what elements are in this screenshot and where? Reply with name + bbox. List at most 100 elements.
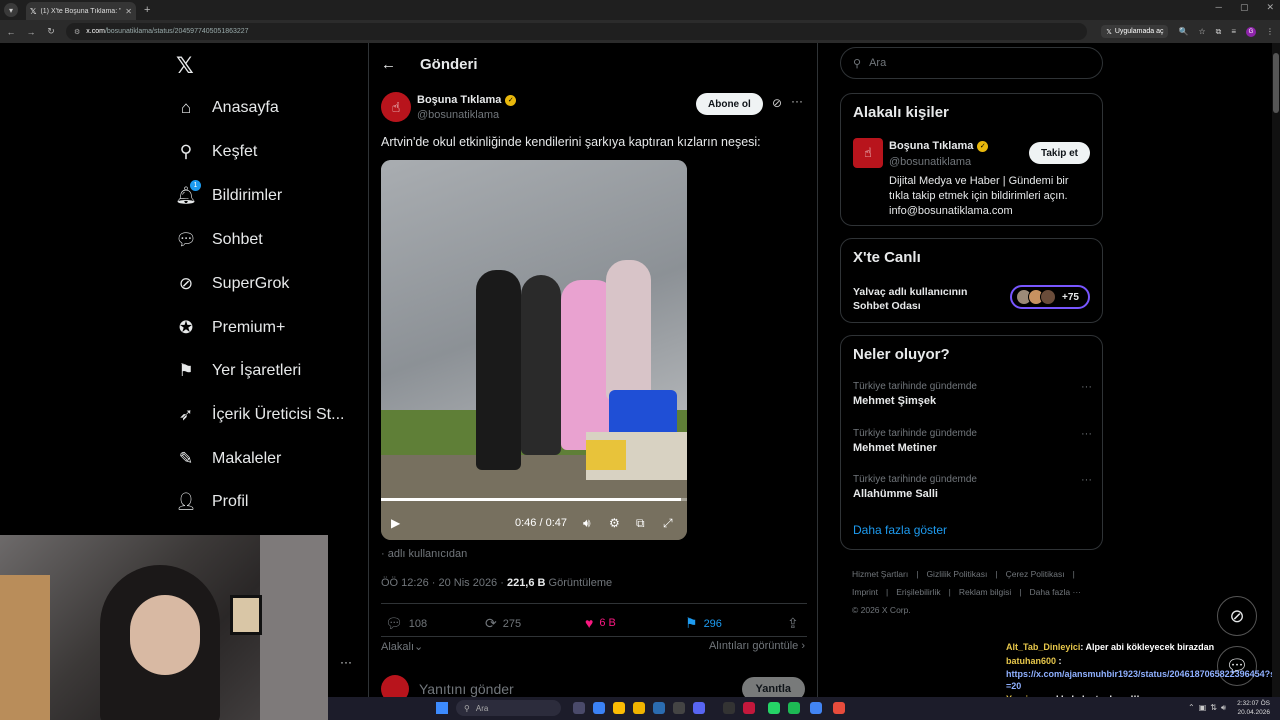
- grok-fab-button[interactable]: ⊘: [1217, 596, 1257, 636]
- open-in-app-button[interactable]: 𝕏 Uygulamada aç: [1101, 25, 1169, 38]
- related-handle[interactable]: @bosunatiklama: [889, 156, 971, 168]
- follow-button[interactable]: Takip et: [1028, 142, 1090, 164]
- trend-item[interactable]: Türkiye tarihinde gündemde Mehmet Şimşek…: [853, 381, 1092, 407]
- x-logo-icon[interactable]: 𝕏: [176, 53, 194, 79]
- nav-explore[interactable]: ⚲ Keşfet: [176, 142, 258, 162]
- footer-link[interactable]: Daha fazla ···: [1029, 587, 1081, 597]
- author-handle[interactable]: @bosunatiklama: [417, 109, 499, 121]
- chrome-icon[interactable]: [810, 702, 822, 714]
- app-icon[interactable]: [833, 702, 845, 714]
- more-options-icon[interactable]: ···: [1081, 474, 1092, 486]
- task-view-icon[interactable]: [573, 702, 585, 714]
- tab-search-icon[interactable]: ▾: [4, 3, 18, 17]
- post-timestamp[interactable]: ÖÖ 12:26 · 20 Nis 2026 ·: [381, 577, 507, 589]
- app-icon[interactable]: [743, 702, 755, 714]
- show-more-link[interactable]: Daha fazla göster: [853, 523, 947, 537]
- media-icon[interactable]: ≡: [1231, 27, 1236, 36]
- spotify-icon[interactable]: [788, 702, 800, 714]
- footer-link[interactable]: Reklam bilgisi: [959, 587, 1011, 597]
- more-options-icon[interactable]: ···: [1081, 381, 1092, 393]
- live-space-title[interactable]: Yalvaç adlı kullanıcının Sohbet Odası: [853, 285, 993, 313]
- close-window-icon[interactable]: ✕: [1266, 2, 1274, 13]
- profile-avatar[interactable]: G: [1246, 26, 1256, 37]
- more-options-icon[interactable]: ···: [1081, 428, 1092, 440]
- video-progress-bar[interactable]: [381, 498, 687, 501]
- like-button[interactable]: ♥ 6 B: [585, 615, 616, 631]
- author-avatar[interactable]: ☝: [381, 92, 411, 122]
- clock[interactable]: 2:32:07 ÖS 20.04.2026: [1237, 699, 1270, 717]
- menu-icon[interactable]: ⋮: [1266, 27, 1274, 36]
- windows-start-icon[interactable]: [436, 702, 448, 714]
- site-info-icon[interactable]: ⚙: [74, 28, 80, 36]
- back-icon[interactable]: ←: [6, 27, 16, 37]
- whatsapp-icon[interactable]: [768, 702, 780, 714]
- back-arrow-icon[interactable]: ←: [381, 56, 396, 73]
- grok-icon[interactable]: ⊘: [772, 96, 782, 110]
- related-avatar[interactable]: ☝: [853, 138, 883, 168]
- fullscreen-icon[interactable]: ⤢: [663, 516, 673, 531]
- more-options-icon[interactable]: ···: [791, 94, 803, 108]
- taskbar-search[interactable]: ⚲ Ara: [456, 700, 561, 716]
- search-input[interactable]: ⚲ Ara: [840, 47, 1103, 79]
- card-title: Alakalı kişiler: [853, 104, 949, 121]
- new-tab-button[interactable]: +: [144, 4, 150, 16]
- maximize-icon[interactable]: ▢: [1240, 2, 1249, 13]
- system-tray-icons[interactable]: ⌃▣⇅🔊︎: [1188, 703, 1230, 713]
- zoom-icon[interactable]: 🔍: [1178, 27, 1188, 36]
- bookmark-button[interactable]: ⚑ 296: [685, 615, 722, 632]
- footer-link[interactable]: Imprint: [852, 587, 878, 597]
- share-button[interactable]: ⇪: [787, 615, 799, 632]
- related-name[interactable]: Boşuna Tıklama ✓: [889, 140, 989, 152]
- url-field[interactable]: ⚙ x.com/bosunatiklama/status/20459774050…: [66, 23, 1088, 40]
- nav-creator-studio[interactable]: ➶ İçerik Üreticisi St...: [176, 405, 345, 425]
- video-player[interactable]: ▶ 0:46 / 0:47 🔊︎ ⚙ ⧉ ⤢: [381, 160, 687, 540]
- browser-tab[interactable]: 𝕏 (1) X'te Boşuna Tıklama: "Artvin... ✕: [26, 2, 136, 20]
- close-tab-icon[interactable]: ✕: [125, 7, 132, 16]
- reply-button[interactable]: 💬︎ 108: [385, 615, 427, 632]
- live-space-pill[interactable]: +75: [1010, 285, 1090, 309]
- settings-icon[interactable]: ⚙: [609, 516, 620, 530]
- app-icon[interactable]: [673, 702, 685, 714]
- reload-icon[interactable]: ↻: [46, 26, 56, 37]
- folder-icon[interactable]: [633, 702, 645, 714]
- scrollbar-thumb[interactable]: [1273, 53, 1279, 113]
- footer-link[interactable]: Erişilebilirlik: [896, 587, 940, 597]
- minimize-icon[interactable]: ─: [1216, 2, 1222, 13]
- bell-icon: 🔔︎ 1: [175, 180, 201, 206]
- volume-icon[interactable]: 🔊︎: [583, 516, 591, 531]
- author-name[interactable]: Boşuna Tıklama ✓: [417, 94, 517, 106]
- related-dropdown[interactable]: Alakalı⌄: [381, 640, 423, 653]
- nav-premium[interactable]: ✪ Premium+: [176, 318, 285, 338]
- obs-icon[interactable]: [723, 702, 735, 714]
- page-scrollbar[interactable]: [1272, 43, 1280, 697]
- extensions-icon[interactable]: ⧉: [1216, 27, 1222, 37]
- nav-articles[interactable]: ✎ Makaleler: [176, 449, 281, 469]
- store-icon[interactable]: [653, 702, 665, 714]
- clock-date: 20.04.2026: [1237, 709, 1270, 716]
- footer-link[interactable]: Hizmet Şartları: [852, 569, 908, 579]
- view-quotes-link[interactable]: Alıntıları görüntüle ›: [709, 640, 805, 652]
- discord-icon[interactable]: [693, 702, 705, 714]
- trend-item[interactable]: Türkiye tarihinde gündemde Mehmet Metine…: [853, 428, 1092, 454]
- chrome-icon[interactable]: [613, 702, 625, 714]
- edge-icon[interactable]: [593, 702, 605, 714]
- nav-chat[interactable]: 💬︎ Sohbet: [175, 230, 263, 250]
- footer-link[interactable]: Çerez Politikası: [1006, 569, 1065, 579]
- nav-profile[interactable]: 👤︎ Profil: [175, 492, 248, 512]
- nav-home[interactable]: ⌂ Anasayfa: [176, 98, 279, 118]
- footer-link[interactable]: Gizlilik Politikası: [926, 569, 987, 579]
- play-icon[interactable]: ▶: [391, 516, 400, 530]
- trend-item[interactable]: Türkiye tarihinde gündemde Allahümme Sal…: [853, 474, 1092, 500]
- forward-icon[interactable]: →: [26, 27, 36, 37]
- nav-notifications[interactable]: 🔔︎ 1 Bildirimler: [175, 180, 282, 206]
- repost-button[interactable]: ⟳ 275: [485, 615, 521, 632]
- nav-bookmarks[interactable]: ⚑ Yer İşaretleri: [176, 361, 301, 381]
- pip-icon[interactable]: ⧉: [636, 516, 645, 531]
- grok-icon: ⊘: [178, 274, 194, 293]
- search-icon: ⚲: [853, 57, 862, 70]
- subscribe-button[interactable]: Abone ol: [696, 93, 763, 115]
- nav-supergrok[interactable]: ⊘ SuperGrok: [176, 274, 290, 294]
- more-options-icon[interactable]: ···: [340, 655, 352, 669]
- reply-input[interactable]: Yanıtını gönder: [419, 681, 514, 697]
- star-icon[interactable]: ☆: [1198, 27, 1205, 36]
